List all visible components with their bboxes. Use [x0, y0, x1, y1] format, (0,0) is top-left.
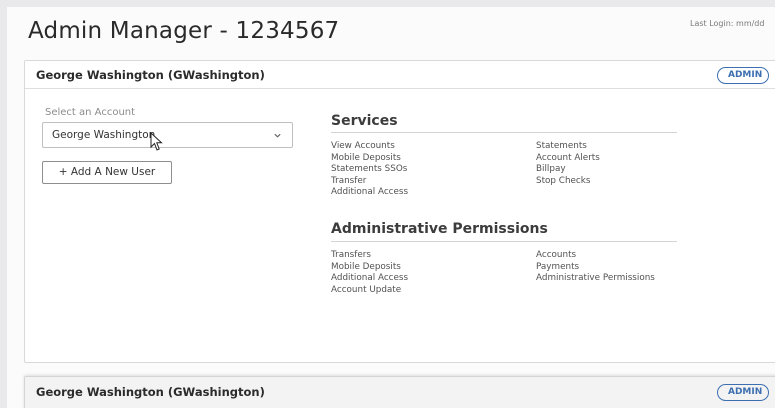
add-user-button[interactable]: + Add A New User [42, 161, 172, 184]
services-list-left: View Accounts Mobile Deposits Statements… [331, 141, 408, 199]
permission-link[interactable]: Mobile Deposits [331, 262, 408, 274]
admin-permissions-divider [331, 241, 677, 242]
service-link[interactable]: Account Alerts [536, 153, 600, 165]
service-link[interactable]: Statements [536, 141, 600, 153]
account-select-value: George Washington [52, 129, 156, 141]
admin-page: Admin Manager - 1234567 Last Login: mm/d… [7, 7, 775, 408]
admin-permissions-list-right: Accounts Payments Administrative Permiss… [536, 250, 655, 285]
user-name: George Washington (GWashington) [36, 385, 265, 399]
permission-link[interactable]: Payments [536, 262, 655, 274]
service-link[interactable]: View Accounts [331, 141, 408, 153]
service-link[interactable]: Statements SSOs [331, 164, 408, 176]
services-divider [331, 132, 677, 133]
admin-badge[interactable]: ADMIN [717, 67, 770, 84]
user-card: George Washington (GWashington) ADMIN Se… [24, 60, 775, 363]
admin-permissions-list-left: Transfers Mobile Deposits Additional Acc… [331, 250, 408, 296]
service-link[interactable]: Billpay [536, 164, 600, 176]
chevron-down-icon [274, 133, 281, 138]
service-link[interactable]: Stop Checks [536, 176, 600, 188]
user-card-header[interactable]: George Washington (GWashington) ADMIN [25, 61, 775, 89]
services-heading: Services [331, 113, 398, 129]
permission-link[interactable]: Accounts [536, 250, 655, 262]
page-title: Admin Manager - 1234567 [28, 18, 340, 44]
permission-link[interactable]: Transfers [331, 250, 408, 262]
admin-permissions-heading: Administrative Permissions [331, 221, 548, 237]
services-list-right: Statements Account Alerts Billpay Stop C… [536, 141, 600, 187]
service-link[interactable]: Mobile Deposits [331, 153, 408, 165]
select-account-label: Select an Account [45, 107, 136, 118]
service-link[interactable]: Transfer [331, 176, 408, 188]
account-select[interactable]: George Washington [42, 122, 293, 148]
user-card-collapsed[interactable]: George Washington (GWashington) ADMIN [24, 376, 775, 408]
permission-link[interactable]: Administrative Permissions [536, 273, 655, 285]
permission-link[interactable]: Additional Access [331, 273, 408, 285]
last-login-text: Last Login: mm/dd [690, 19, 765, 28]
permission-link[interactable]: Account Update [331, 285, 408, 297]
cursor-icon [150, 132, 163, 151]
admin-badge[interactable]: ADMIN [717, 384, 770, 401]
service-link[interactable]: Additional Access [331, 187, 408, 199]
user-name: George Washington (GWashington) [36, 68, 265, 82]
